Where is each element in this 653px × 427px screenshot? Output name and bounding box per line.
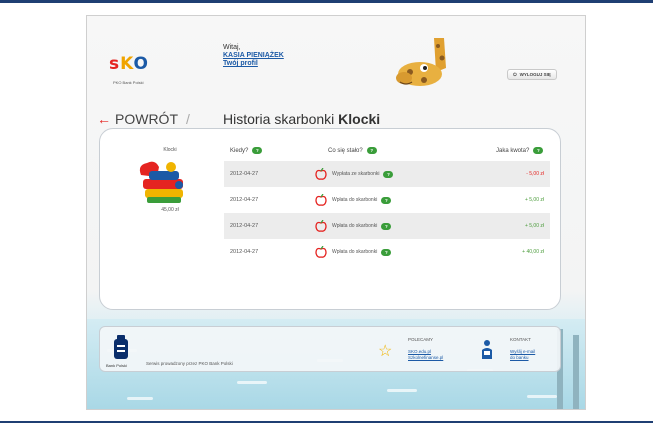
logout-label: WYLOGUJ SIĘ bbox=[519, 72, 551, 77]
row-description: Wpłata do skarbonki? bbox=[332, 248, 392, 256]
column-header-what: Co się stało? ? bbox=[328, 147, 377, 154]
back-link[interactable]: ← POWRÓT bbox=[97, 111, 178, 127]
row-date: 2012-04-27 bbox=[230, 197, 259, 203]
column-header-when: Kiedy? ? bbox=[230, 147, 263, 154]
row-amount: + 5,00 zł bbox=[524, 197, 544, 203]
apple-icon bbox=[315, 194, 327, 206]
apple-icon bbox=[315, 168, 327, 180]
help-icon[interactable]: ? bbox=[383, 170, 394, 178]
bottom-rule bbox=[0, 421, 653, 423]
back-label: POWRÓT bbox=[115, 111, 178, 127]
recommend-title: POLECAMY bbox=[408, 337, 434, 342]
back-arrow-icon: ← bbox=[97, 111, 111, 127]
row-amount: + 40,00 zł bbox=[522, 249, 544, 255]
logout-button[interactable]: ⏻ WYLOGUJ SIĘ bbox=[507, 69, 557, 80]
row-description: Wpłata do skarbonki? bbox=[332, 196, 392, 204]
user-name-link[interactable]: KASIA PIENIĄŻEK bbox=[223, 52, 284, 60]
help-icon[interactable]: ? bbox=[381, 248, 392, 256]
browser-page: sKO PKO Bank Polski Witaj, KASIA PIENIĄŻ… bbox=[86, 15, 586, 410]
apple-icon bbox=[315, 246, 327, 258]
giraffe-mascot-icon bbox=[396, 38, 446, 86]
piggybank-balance: 45,00 zł bbox=[161, 207, 179, 213]
row-date: 2012-04-27 bbox=[230, 249, 259, 255]
power-icon: ⏻ bbox=[513, 72, 517, 77]
piggybank-label: Klocki bbox=[163, 147, 177, 153]
back-row: ← POWRÓT / bbox=[97, 109, 190, 129]
page-title: Historia skarbonki Klocki bbox=[223, 111, 381, 127]
bank-name: Bank Polski bbox=[106, 363, 127, 368]
row-description: Wypłata ze skarbonki? bbox=[332, 170, 394, 178]
help-icon[interactable]: ? bbox=[381, 222, 392, 230]
header: sKO PKO Bank Polski Witaj, KASIA PIENIĄŻ… bbox=[87, 16, 585, 96]
table-row: 2012-04-27 Wpłata do skarbonki? + 40,00 … bbox=[224, 239, 550, 265]
logo-sub: PKO Bank Polski bbox=[113, 80, 144, 85]
served-by-text: Serwis prowadzony przez PKO Bank Polski bbox=[146, 361, 233, 366]
send-email-link[interactable]: Wyślij e-mail bbox=[510, 349, 535, 354]
table-row: 2012-04-27 Wpłata do skarbonki? + 5,00 z… bbox=[224, 187, 550, 213]
contact-title: KONTAKT bbox=[510, 337, 531, 342]
greeting: Witaj, KASIA PIENIĄŻEK Twój profil bbox=[223, 44, 284, 68]
pier-post bbox=[573, 335, 579, 409]
help-icon[interactable]: ? bbox=[381, 196, 392, 204]
history-card: Klocki 45,00 zł Kiedy? ? Co się stało? ?… bbox=[99, 128, 561, 310]
szkolne-finanse-link[interactable]: Szkolnefinanse.pl bbox=[408, 355, 443, 360]
table-row: 2012-04-27 Wpłata do skarbonki? + 5,00 z… bbox=[224, 213, 550, 239]
table-row: 2012-04-27 Wypłata ze skarbonki? - 5,00 … bbox=[224, 161, 550, 187]
row-description: Wpłata do skarbonki? bbox=[332, 222, 392, 230]
blocks-piggybank-icon bbox=[139, 161, 183, 203]
help-icon[interactable]: ? bbox=[533, 147, 544, 154]
column-header-amount: Jaka kwota? ? bbox=[496, 147, 544, 154]
greeting-text: Witaj, bbox=[223, 44, 241, 51]
pko-bank-logo-icon[interactable] bbox=[110, 335, 132, 363]
apple-icon bbox=[315, 220, 327, 232]
footer: Bank Polski Serwis prowadzony przez PKO … bbox=[99, 326, 561, 372]
sko-logo[interactable]: sKO PKO Bank Polski bbox=[109, 54, 161, 90]
top-rule bbox=[0, 0, 653, 3]
row-date: 2012-04-27 bbox=[230, 171, 259, 177]
help-icon[interactable]: ? bbox=[252, 147, 263, 154]
help-icon[interactable]: ? bbox=[366, 147, 377, 154]
breadcrumb-separator: / bbox=[186, 111, 190, 127]
history-table: 2012-04-27 Wypłata ze skarbonki? - 5,00 … bbox=[224, 161, 550, 265]
row-amount: + 5,00 zł bbox=[524, 223, 544, 229]
row-amount: - 5,00 zł bbox=[526, 171, 544, 177]
profile-link[interactable]: Twój profil bbox=[223, 60, 284, 68]
contact-person-icon bbox=[482, 340, 492, 359]
star-icon: ☆ bbox=[378, 343, 393, 360]
row-date: 2012-04-27 bbox=[230, 223, 259, 229]
sko-edu-link[interactable]: SKO.edu.pl bbox=[408, 349, 431, 354]
piggybank-name-title: Klocki bbox=[338, 111, 381, 127]
send-email-link-2[interactable]: do banku bbox=[510, 355, 529, 360]
